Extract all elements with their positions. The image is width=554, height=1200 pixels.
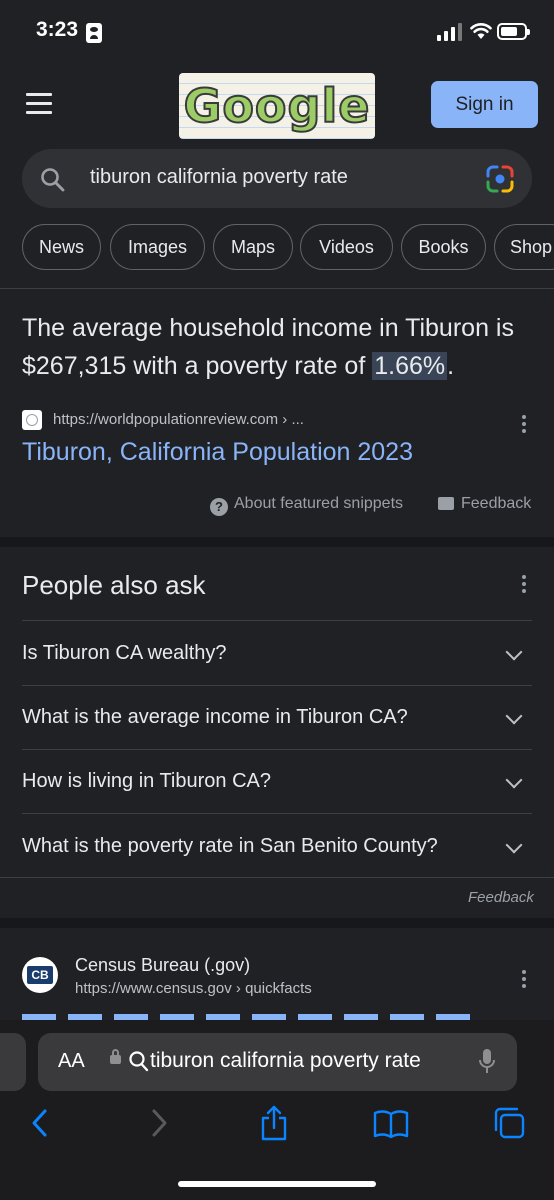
logo-label: CB — [27, 966, 53, 984]
search-icon — [129, 1051, 149, 1072]
microphone-icon[interactable] — [479, 1048, 495, 1076]
reader-settings-button[interactable]: AA — [58, 1050, 85, 1073]
chip-images[interactable]: Images — [110, 224, 205, 270]
search-icon — [41, 168, 65, 192]
snippet-feedback-link[interactable]: Feedback — [438, 495, 531, 513]
google-doodle-logo[interactable]: Google — [179, 73, 375, 139]
people-also-ask-title: People also ask — [22, 570, 206, 600]
status-time: 3:23 — [36, 18, 79, 41]
divider — [22, 620, 532, 621]
about-label: About featured snippets — [234, 495, 404, 512]
source-url[interactable]: https://worldpopulationreview.com › ... — [53, 411, 304, 428]
paa-feedback-link[interactable]: Feedback — [468, 889, 534, 906]
site-favicon — [22, 410, 42, 430]
home-indicator[interactable] — [178, 1181, 376, 1187]
logo-text: Google — [183, 78, 371, 134]
section-divider — [0, 918, 554, 928]
divider — [22, 685, 532, 686]
divider — [0, 288, 554, 289]
chevron-down-icon[interactable] — [505, 643, 523, 661]
snippet-text-end: . — [447, 352, 455, 380]
census-bureau-logo: CB — [22, 957, 58, 993]
bookmarks-icon[interactable] — [373, 1109, 409, 1139]
snippet-highlight: 1.66% — [372, 352, 448, 380]
cellular-signal-icon — [437, 23, 462, 41]
chip-maps[interactable]: Maps — [213, 224, 293, 270]
result-site-name[interactable]: Census Bureau (.gov) — [75, 955, 250, 976]
divider — [0, 877, 554, 878]
about-featured-snippets-link[interactable]: ? About featured snippets — [210, 495, 403, 516]
tabs-icon[interactable] — [492, 1106, 526, 1140]
paa-question[interactable]: How is living in Tiburon CA? — [22, 770, 271, 793]
chevron-down-icon[interactable] — [505, 836, 523, 854]
back-icon[interactable] — [30, 1108, 50, 1138]
featured-snippet-text: The average household income in Tiburon … — [22, 309, 537, 385]
paa-question[interactable]: What is the poverty rate in San Benito C… — [22, 835, 438, 858]
menu-button[interactable] — [26, 93, 52, 115]
address-text[interactable]: tiburon california poverty rate — [150, 1049, 421, 1073]
chip-videos[interactable]: Videos — [300, 224, 393, 270]
google-lens-icon[interactable] — [485, 164, 515, 194]
result-title-link[interactable]: Tiburon, California Population 2023 — [22, 438, 413, 467]
battery-icon — [497, 23, 530, 40]
divider — [22, 749, 532, 750]
result-more-options-icon[interactable] — [522, 970, 526, 991]
forward-icon[interactable] — [149, 1108, 169, 1138]
paa-question[interactable]: What is the average income in Tiburon CA… — [22, 706, 408, 729]
result-title-clipped[interactable] — [22, 1012, 482, 1020]
lock-icon — [110, 1049, 121, 1064]
contact-card-icon — [86, 23, 102, 43]
chevron-down-icon[interactable] — [505, 771, 523, 789]
chip-books[interactable]: Books — [401, 224, 486, 270]
chip-news[interactable]: News — [22, 224, 101, 270]
feedback-label: Feedback — [461, 495, 532, 512]
previous-tab-peek[interactable] — [0, 1033, 26, 1091]
search-input[interactable]: tiburon california poverty rate — [90, 166, 348, 189]
share-icon[interactable] — [259, 1104, 289, 1142]
paa-question[interactable]: Is Tiburon CA wealthy? — [22, 642, 227, 665]
more-options-icon[interactable] — [522, 415, 526, 436]
section-divider — [0, 537, 554, 547]
chevron-down-icon[interactable] — [505, 707, 523, 725]
wifi-icon — [470, 23, 492, 39]
paa-more-options-icon[interactable] — [522, 575, 526, 596]
divider — [22, 813, 532, 814]
sign-in-button[interactable]: Sign in — [431, 81, 538, 128]
chip-shopping[interactable]: Shop — [494, 224, 554, 270]
result-url[interactable]: https://www.census.gov › quickfacts — [75, 980, 312, 997]
help-icon: ? — [210, 498, 228, 516]
feedback-icon — [438, 497, 454, 510]
